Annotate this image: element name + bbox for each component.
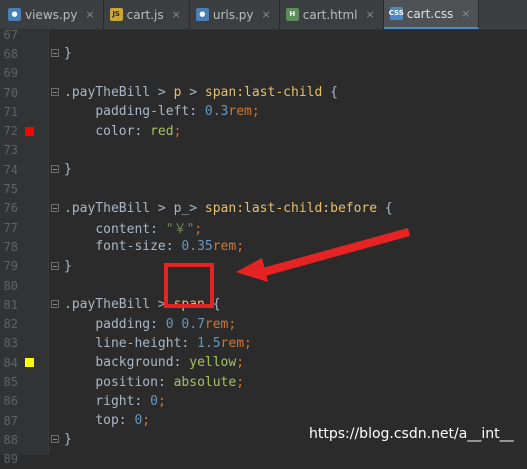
watermark: https://blog.csdn.net/a__int__ xyxy=(309,426,514,442)
annotation-arrow xyxy=(236,228,410,282)
